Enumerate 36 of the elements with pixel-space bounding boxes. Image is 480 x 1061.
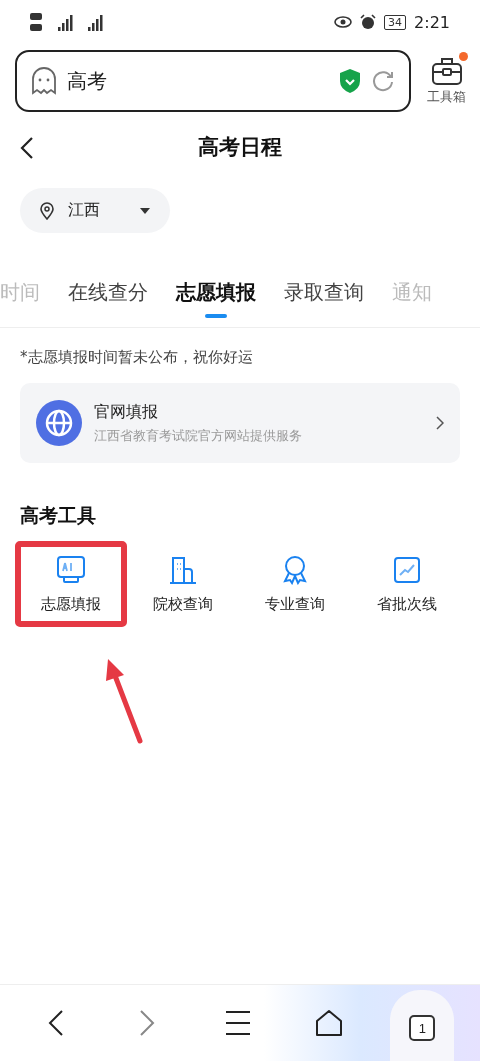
dropdown-caret-icon <box>140 207 150 214</box>
building-icon <box>168 554 198 585</box>
refresh-icon[interactable] <box>371 69 395 93</box>
location-selector[interactable]: 江西 <box>20 188 170 233</box>
search-field[interactable]: 高考 <box>15 50 411 112</box>
trend-chart-icon <box>392 554 422 585</box>
tool-item[interactable]: 院校查询 <box>127 541 239 627</box>
forward-icon <box>138 1009 155 1037</box>
card-subtitle: 江西省教育考试院官方网站提供服务 <box>94 426 303 445</box>
ai-monitor-icon <box>56 554 86 585</box>
service-card[interactable]: 官网填报 江西省教育考试院官方网站提供服务 <box>20 383 460 463</box>
category-tab[interactable]: 在线查分 <box>68 278 148 320</box>
clock-time: 2:21 <box>414 12 450 32</box>
back-icon <box>47 1009 64 1037</box>
toolbox-icon <box>430 56 463 86</box>
tool-item[interactable]: 省批次线 <box>351 541 463 627</box>
page-title: 高考日程 <box>198 134 282 161</box>
card-title: 官网填报 <box>94 401 159 423</box>
location-pin-icon <box>40 201 54 220</box>
menu-icon <box>224 1010 251 1036</box>
chevron-right-icon <box>436 416 444 430</box>
alarm-icon <box>360 14 377 30</box>
battery-level: 34 <box>384 14 407 30</box>
section-title: 高考工具 <box>19 503 97 528</box>
tool-item[interactable]: 专业查询 <box>239 541 351 627</box>
home-icon <box>315 1009 344 1037</box>
eye-icon <box>334 16 353 28</box>
tabs-button[interactable]: 1 <box>390 990 455 1061</box>
globe-icon <box>36 400 82 446</box>
notice-text: *志愿填报时间暂未公布，祝你好运 <box>19 347 254 367</box>
category-tab[interactable]: 志愿填报 <box>176 278 256 320</box>
shield-icon <box>339 68 361 94</box>
toolbox-button[interactable]: 工具箱 <box>427 56 466 106</box>
ghost-icon <box>31 67 57 95</box>
category-tab[interactable]: 录取查询 <box>284 278 364 320</box>
tool-item[interactable]: 志愿填报 <box>15 541 127 627</box>
